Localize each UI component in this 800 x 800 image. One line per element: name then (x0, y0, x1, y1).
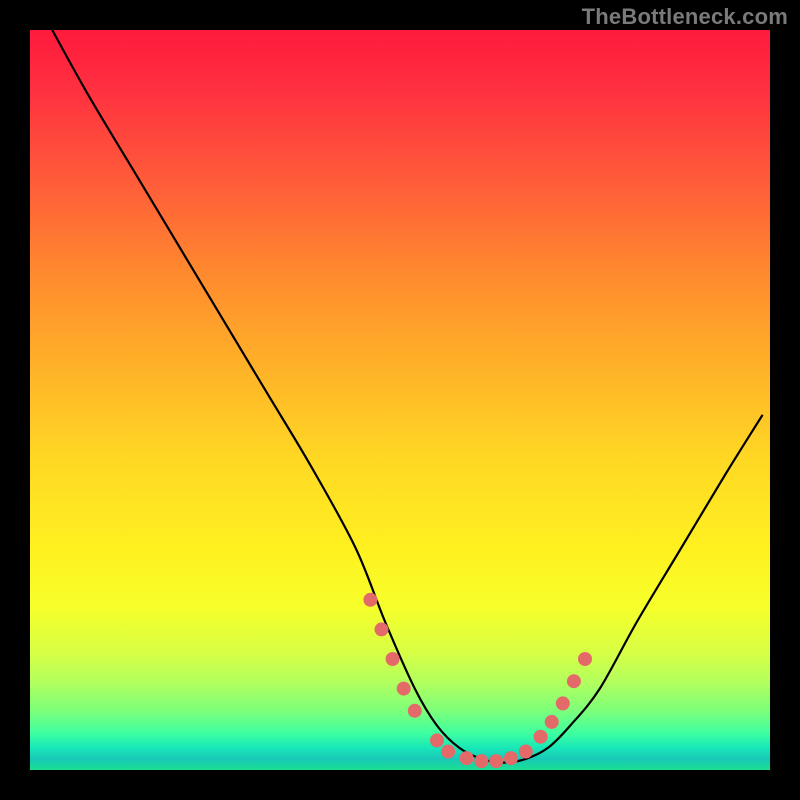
chart-frame: TheBottleneck.com (0, 0, 800, 800)
bottleneck-curve (52, 30, 762, 763)
marker-dot (430, 733, 444, 747)
marker-dot (534, 730, 548, 744)
watermark-text: TheBottleneck.com (582, 4, 788, 30)
marker-dot (504, 751, 518, 765)
marker-dot (397, 682, 411, 696)
marker-dot (519, 745, 533, 759)
marker-dot (556, 696, 570, 710)
marker-dot (474, 754, 488, 768)
marker-dot (567, 674, 581, 688)
marker-dot (489, 754, 503, 768)
marker-dot (375, 622, 389, 636)
marker-dot (363, 593, 377, 607)
marker-dot (386, 652, 400, 666)
marker-dot (545, 715, 559, 729)
chart-svg (30, 30, 770, 770)
marker-dot (460, 751, 474, 765)
marker-dot (408, 704, 422, 718)
marker-group (363, 593, 592, 768)
marker-dot (578, 652, 592, 666)
marker-dot (441, 745, 455, 759)
